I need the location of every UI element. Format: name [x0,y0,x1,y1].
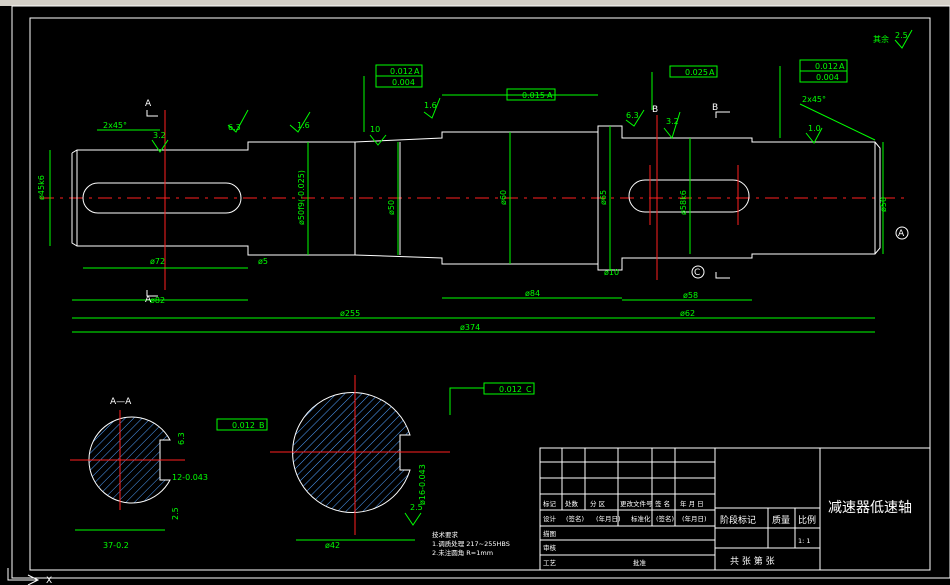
shaft-main-view [40,110,905,290]
svg-text:设计: 设计 [543,514,557,523]
svg-text:1.0: 1.0 [808,124,821,133]
svg-text:比例: 比例 [798,514,816,526]
keyway-right [628,179,750,213]
svg-text:3.2: 3.2 [666,117,679,126]
svg-text:C: C [694,268,700,278]
svg-text:C: C [526,385,532,394]
tol-6: 0.004 [816,73,839,82]
dim-82: ø82 [150,296,165,305]
svg-text:处数: 处数 [565,499,579,508]
dim-58: ø58 [683,291,698,300]
dim-62: ø62 [680,309,695,318]
dim-58k6: ø58k6 [679,190,688,215]
svg-text:质量: 质量 [772,514,790,526]
svg-text:1: 1: 1: 1 [798,537,811,545]
svg-text:标记: 标记 [543,499,557,508]
dim-60: ø60 [499,190,508,205]
tol-1: 0.012 [390,67,413,76]
svg-text:A: A [709,68,715,77]
section-aa-title: A—A [110,397,132,407]
svg-text:37-0.2: 37-0.2 [103,541,129,550]
svg-text:2.未注圆角 R=1mm: 2.未注圆角 R=1mm [432,548,493,557]
svg-text:批准: 批准 [633,558,647,567]
svg-text:A: A [145,99,152,109]
svg-text:共 张 第 张: 共 张 第 张 [730,555,775,567]
svg-text:(签名): (签名) [566,514,584,523]
svg-text:3.2: 3.2 [153,131,166,140]
svg-text:6.3: 6.3 [228,123,241,132]
svg-text:更改文件号: 更改文件号 [620,499,653,508]
svg-text:X: X [46,576,52,585]
svg-text:ø42: ø42 [325,541,340,550]
ucs-icon: X [7,568,52,585]
dim-10: ø10 [604,268,619,277]
chamfer-left: 2x45° [103,121,127,130]
svg-text:技术要求: 技术要求 [432,530,459,539]
svg-text:B: B [652,105,658,115]
title-block: 标记 处数 分 区 更改文件号 签 名 年 月 日 设计 (签名) (年月日) … [539,447,931,571]
svg-text:(年月日): (年月日) [596,514,621,523]
svg-text:(签名): (签名) [656,514,674,523]
tol-5: 0.012 [815,62,838,71]
dim-374: ø374 [460,323,480,332]
section-a-a: 37-0.2 12-0.043 2.5 6.3 [70,410,208,550]
svg-text:12-0.043: 12-0.043 [172,473,208,482]
dim-255: ø255 [340,309,360,318]
svg-text:B: B [259,421,265,430]
svg-text:B: B [712,103,718,113]
tol-8: 0.012 [499,385,522,394]
svg-text:分 区: 分 区 [590,499,606,508]
svg-text:A: A [414,67,420,76]
svg-text:描图: 描图 [543,529,556,538]
dim-50f9: ø50f9(-0.025) [297,170,306,225]
section-labels: A A B B C A A—A [110,99,909,407]
svg-text:年 月 日: 年 月 日 [680,499,704,508]
svg-text:6.3: 6.3 [177,432,186,445]
dim-5: ø5 [258,257,268,266]
svg-text:1.调质处理 217~255HBS: 1.调质处理 217~255HBS [432,539,510,548]
svg-text:工艺: 工艺 [543,559,557,567]
svg-text:标准化: 标准化 [631,514,651,523]
cad-drawing-canvas[interactable]: ø45k6 ø72 ø5 ø82 ø255 ø374 ø84 ø58 ø62 ø… [0,0,950,585]
roughness-symbols: 3.2 6.3 1.6 10 1.6 3.2 1.0 其余 2.5 6.3 2.… [151,29,913,526]
svg-text:A: A [898,229,905,239]
dim-84: ø84 [525,289,540,298]
svg-text:审核: 审核 [543,543,557,552]
tolerance-frames: 0.012 A 0.004 0.015 A 0.025 A 0.012 A 0.… [216,59,848,431]
dim-50-right: ø50 [879,197,888,212]
svg-text:ø16-0.043: ø16-0.043 [418,464,427,505]
svg-text:签 名: 签 名 [655,499,670,508]
svg-text:1.6: 1.6 [297,121,310,130]
tol-4: 0.025 [685,68,708,77]
svg-text:A: A [839,62,845,71]
drawing-title: 减速器低速轴 [828,500,912,516]
svg-text:(年月日): (年月日) [682,514,707,523]
tol-7: 0.012 [232,421,255,430]
dim-65: ø65 [599,190,608,205]
dim-50: ø50 [387,200,396,215]
tol-2: 0.004 [392,78,415,87]
svg-text:阶段标记: 阶段标记 [720,514,756,526]
section-b: ø42 ø16-0.043 [270,375,450,550]
svg-text:A: A [145,295,152,305]
svg-text:2.5: 2.5 [171,507,180,520]
svg-text:其余: 其余 [873,34,889,44]
dim-key1-length: ø72 [150,257,165,266]
dim-left-end: ø45k6 [37,175,46,200]
svg-text:2.5: 2.5 [895,31,908,40]
tech-requirements: 技术要求 1.调质处理 217~255HBS 2.未注圆角 R=1mm [432,530,510,557]
svg-text:10: 10 [370,125,380,134]
chamfer-right: 2x45° [802,95,826,104]
svg-text:6.3: 6.3 [626,111,639,120]
svg-text:1.6: 1.6 [424,101,437,110]
